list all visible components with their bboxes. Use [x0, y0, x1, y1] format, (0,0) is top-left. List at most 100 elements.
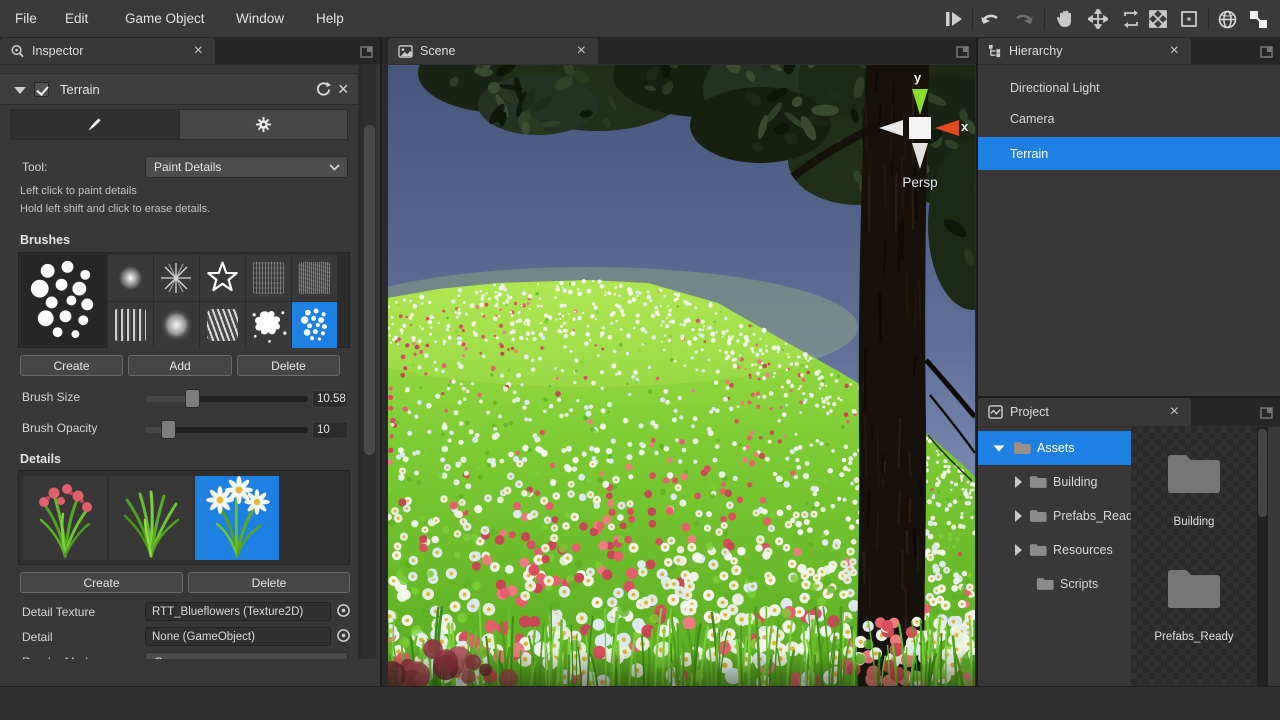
- gizmo-left-axis-icon[interactable]: [879, 120, 903, 136]
- detail-white-daisies[interactable]: [195, 476, 279, 560]
- foldout-triangle-icon[interactable]: [14, 87, 26, 94]
- gizmo-y-axis-icon[interactable]: [912, 89, 928, 115]
- close-icon[interactable]: ×: [577, 43, 586, 59]
- close-icon[interactable]: ×: [338, 79, 349, 100]
- maximize-icon[interactable]: [1260, 45, 1274, 58]
- brush-scratch[interactable]: [200, 302, 245, 348]
- menu-help[interactable]: Help: [316, 0, 344, 38]
- scene-tabbar: Scene ×: [382, 38, 976, 65]
- tab-scene[interactable]: Scene ×: [388, 38, 598, 64]
- expand-arrow-icon[interactable]: [1015, 544, 1022, 556]
- tool-dropdown[interactable]: Paint Details: [145, 156, 348, 178]
- asset-prefabs-ready-folder[interactable]: Prefabs_Ready: [1145, 565, 1243, 671]
- detail-red-flowers[interactable]: [23, 476, 107, 560]
- tab-paint-brush[interactable]: [11, 110, 179, 139]
- brush-fluff[interactable]: [154, 302, 199, 348]
- brush-star-outline[interactable]: [200, 255, 245, 301]
- tab-project[interactable]: Project ×: [978, 398, 1191, 426]
- close-icon[interactable]: ×: [194, 43, 203, 59]
- component-enabled-checkbox[interactable]: [34, 82, 49, 97]
- brush-noise-texture[interactable]: [292, 255, 337, 301]
- pivot-toggle-icon[interactable]: [1246, 7, 1270, 31]
- menu-window[interactable]: Window: [236, 0, 284, 38]
- brush-opacity-slider-thumb[interactable]: [161, 420, 176, 439]
- gizmo-center-cube[interactable]: [909, 117, 931, 139]
- asset-label: Building: [1131, 516, 1257, 528]
- brush-sparkle[interactable]: [154, 255, 199, 301]
- brush-opacity-slider[interactable]: [145, 427, 308, 433]
- brush-bark-texture[interactable]: [246, 255, 291, 301]
- redo-icon[interactable]: [1012, 7, 1036, 31]
- undo-icon[interactable]: [978, 7, 1002, 31]
- close-icon[interactable]: ×: [1170, 43, 1179, 59]
- hierarchy-item-directional-light[interactable]: Directional Light: [978, 73, 1280, 103]
- rotate-tool-icon[interactable]: [1119, 7, 1143, 31]
- item-label: Scripts: [1060, 577, 1098, 591]
- detail-delete-button[interactable]: Delete: [188, 572, 350, 593]
- tab-hierarchy[interactable]: Hierarchy ×: [978, 38, 1191, 64]
- brush-create-button[interactable]: Create: [20, 355, 123, 376]
- gizmo-x-axis-icon[interactable]: [935, 120, 959, 136]
- detail-field[interactable]: None (GameObject): [145, 627, 331, 646]
- project-scrollbar-thumb[interactable]: [1258, 429, 1267, 517]
- foldout-triangle-icon[interactable]: [994, 445, 1005, 451]
- scene-panel: Scene × y x Persp: [382, 38, 976, 686]
- brush-size-slider-thumb[interactable]: [185, 389, 200, 408]
- close-icon[interactable]: ×: [1170, 404, 1179, 420]
- maximize-icon[interactable]: [1260, 406, 1274, 419]
- help-line-2: Hold left shift and click to erase detai…: [20, 203, 210, 215]
- detail-texture-field[interactable]: RTT_Blueflowers (Texture2D): [145, 602, 331, 621]
- tree-item-building[interactable]: Building: [978, 465, 1131, 499]
- scene-gizmo[interactable]: y x Persp: [865, 73, 975, 198]
- brush-streak-texture[interactable]: [108, 302, 153, 348]
- expand-arrow-icon[interactable]: [1015, 510, 1022, 522]
- brush-dot-cluster-selected[interactable]: [292, 302, 337, 348]
- hand-tool-icon[interactable]: [1053, 7, 1077, 31]
- brush-size-value[interactable]: 10.58: [312, 390, 348, 408]
- terrain-component-header: Terrain ×: [0, 73, 358, 105]
- move-tool-icon[interactable]: [1086, 7, 1110, 31]
- tab-label: Scene: [420, 44, 455, 58]
- rect-tool-icon[interactable]: [1177, 7, 1201, 31]
- refresh-icon[interactable]: [315, 81, 332, 98]
- detail-create-button[interactable]: Create: [20, 572, 183, 593]
- project-scrollbar[interactable]: [1257, 427, 1268, 686]
- expand-arrow-icon[interactable]: [1015, 476, 1022, 488]
- gizmo-mode-label[interactable]: Persp: [865, 175, 975, 190]
- asset-building-folder[interactable]: Building: [1145, 450, 1243, 556]
- project-body: Assets Building Prefabs_Ready Resources …: [978, 427, 1280, 686]
- object-picker-icon[interactable]: [336, 628, 351, 643]
- tree-item-assets[interactable]: Assets: [978, 431, 1131, 465]
- brush-size-slider[interactable]: [145, 396, 308, 402]
- maximize-icon[interactable]: [956, 45, 970, 58]
- tab-terrain-settings[interactable]: [179, 110, 348, 139]
- tree-item-resources[interactable]: Resources: [978, 533, 1131, 567]
- inspector-scrollbar-thumb[interactable]: [364, 125, 375, 455]
- object-picker-icon[interactable]: [336, 603, 351, 618]
- globe-icon[interactable]: [1215, 7, 1239, 31]
- inspector-scrollbar[interactable]: [362, 65, 377, 659]
- scene-viewport[interactable]: y x Persp: [388, 65, 975, 686]
- brush-opacity-value[interactable]: 10: [312, 421, 348, 439]
- maximize-icon[interactable]: [360, 45, 374, 58]
- step-play-icon[interactable]: [942, 7, 966, 31]
- brush-splatter[interactable]: [246, 302, 291, 348]
- brush-add-button[interactable]: Add: [128, 355, 232, 376]
- brush-soft-round[interactable]: [108, 255, 153, 301]
- menu-file[interactable]: File: [15, 0, 37, 38]
- menu-edit[interactable]: Edit: [65, 0, 88, 38]
- hierarchy-item-camera[interactable]: Camera: [978, 104, 1280, 134]
- detail-texture-value: RTT_Blueflowers (Texture2D): [152, 606, 303, 618]
- tab-inspector[interactable]: Inspector ×: [0, 38, 215, 64]
- brush-opacity-label: Brush Opacity: [22, 421, 97, 435]
- tool-value: Paint Details: [154, 160, 221, 174]
- render-mode-dropdown[interactable]: Grass: [145, 652, 348, 659]
- gizmo-down-axis-icon[interactable]: [912, 143, 928, 169]
- scale-tool-icon[interactable]: [1146, 7, 1170, 31]
- hierarchy-item-terrain[interactable]: Terrain: [978, 137, 1280, 170]
- tree-item-scripts[interactable]: Scripts: [978, 567, 1131, 601]
- brush-delete-button[interactable]: Delete: [237, 355, 340, 376]
- menu-game-object[interactable]: Game Object: [125, 0, 205, 38]
- tree-item-prefabs-ready[interactable]: Prefabs_Ready: [978, 499, 1131, 533]
- detail-green-grass[interactable]: [109, 476, 193, 560]
